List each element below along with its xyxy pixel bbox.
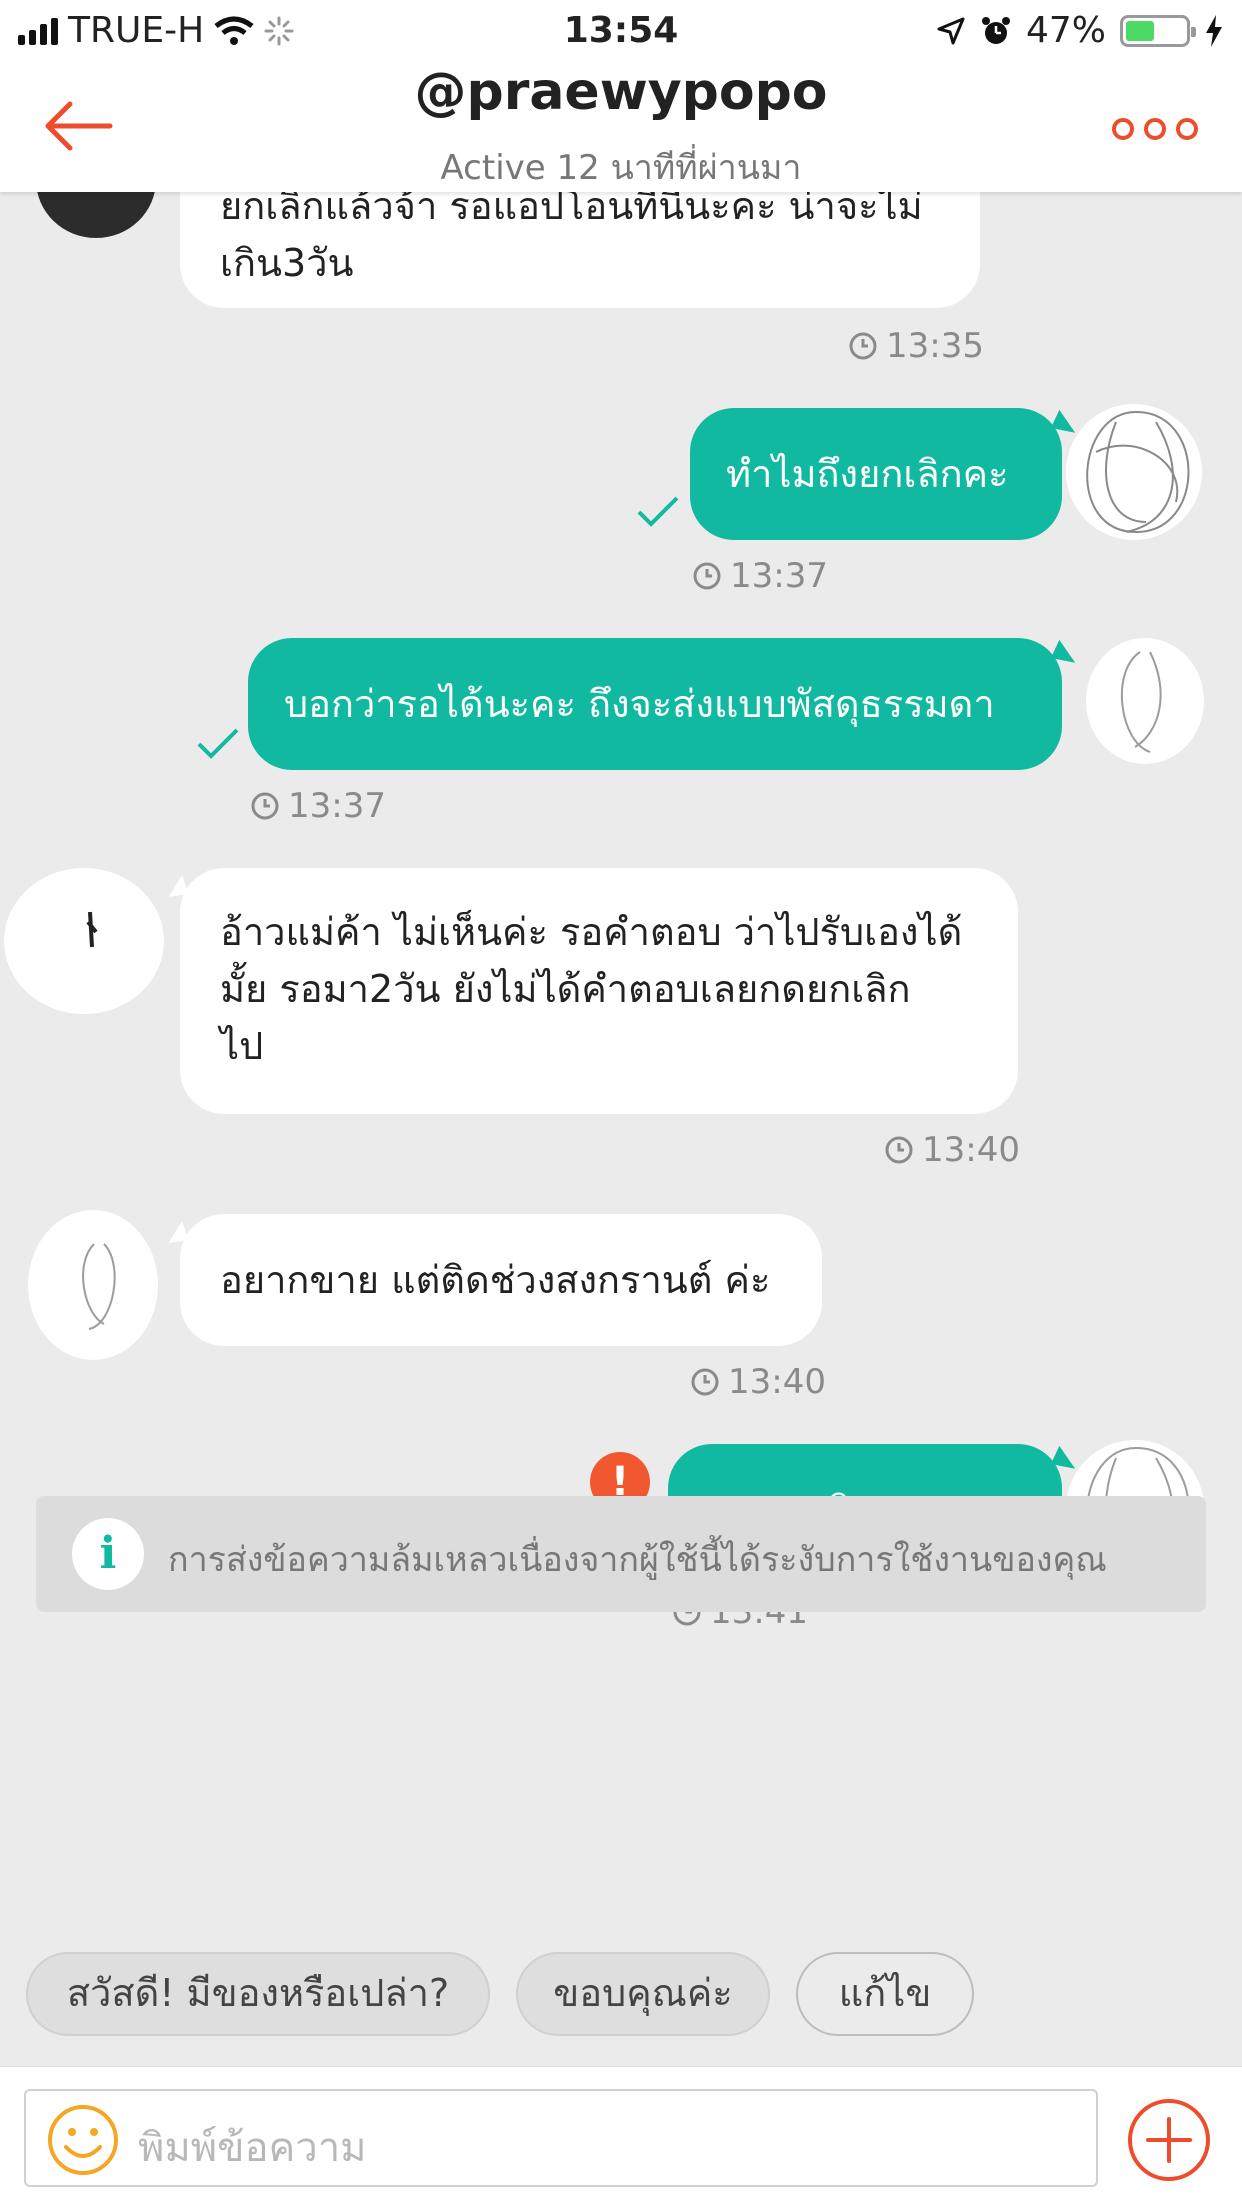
avatar[interactable] [36,192,156,238]
quick-reply-label: แก้ไข [838,1971,932,2015]
message-timestamp: 13:37 [250,786,386,826]
clock-icon [885,1136,913,1164]
message-text: บอกว่ารอได้นะคะ ถึงจะส่งแบบพัสดุธรรมดา [284,682,995,726]
clock-icon [691,1368,719,1396]
redaction-scribble [86,911,98,948]
chat-partner-username[interactable]: @praewypopo [0,62,1242,122]
active-status: Active 12 นาทีที่ผ่านมา [440,148,802,188]
message-timestamp: 13:35 [848,326,984,366]
message-bubble-outgoing[interactable]: บอกว่ารอได้นะคะ ถึงจะส่งแบบพัสดุธรรมดา [248,638,1062,770]
redaction-scribble [82,1243,116,1330]
clock-icon [693,562,721,590]
message-text-line: ไป [220,1024,264,1068]
send-failed-notice: i การส่งข้อความล้มเหลวเนื่องจากผู้ใช้นี้… [36,1496,1206,1612]
message-text: ทำไมถึงยกเลิกคะ [726,452,1009,496]
chat-header: @praewypopo Active 12 นาทีที่ผ่านมา [0,60,1242,192]
status-bar: TRUE-H 13:54 47% [0,0,1242,60]
message-timestamp: 13:40 [690,1362,826,1402]
sent-check-icon [197,728,239,759]
redaction-scribble [1086,411,1190,534]
message-bubble-incoming[interactable]: อ้าวแม่ค้า ไม่เห็นค่ะ รอคำตอบ ว่าไปรับเอ… [180,868,1018,1114]
message-composer: พิมพ์ข้อความ [0,2066,1242,2208]
message-bubble-incoming[interactable]: ยกเลิกแล้วจ้า รอแอปโอนที่นี่นะคะ น่าจะไม… [180,192,980,308]
message-text: อยากขาย แต่ติดช่วงสงกรานต์ ค่ะ [220,1258,771,1302]
message-time: 13:37 [730,556,828,596]
message-bubble-outgoing[interactable]: ทำไมถึงยกเลิกคะ [690,408,1062,540]
status-bar-right: 47% [936,10,1224,51]
location-arrow-icon [937,17,965,44]
message-text-line: อ้าวแม่ค้า ไม่เห็นค่ะ รอคำตอบ ว่าไปรับเอ… [220,910,963,954]
quick-reply-label: ขอบคุณค่ะ [553,1971,733,2015]
redaction-scribble [1120,651,1162,753]
add-attachment-icon[interactable] [1126,2097,1212,2183]
edit-quick-replies-button[interactable]: แก้ไข [796,1952,974,2036]
more-options-icon[interactable] [1112,118,1198,140]
message-time: 13:40 [922,1130,1020,1170]
message-text-line: มั้ย รอมา2วัน ยังไม่ได้คำตอบเลยกดยกเลิก [220,967,911,1011]
message-timestamp: 13:40 [884,1130,1020,1170]
message-input[interactable]: พิมพ์ข้อความ [24,2089,1098,2187]
message-time: 13:40 [728,1362,826,1402]
alarm-icon [981,16,1010,44]
message-text-line: ยกเลิกแล้วจ้า รอแอปโอนที่นี่นะคะ น่าจะไม… [220,192,923,228]
emoji-icon[interactable] [46,2103,120,2177]
message-text-line: เกิน3วัน [220,241,354,285]
message-time: 13:35 [886,326,984,366]
quick-reply-chip[interactable]: สวัสดี! มีของหรือเปล่า? [26,1952,490,2036]
message-bubble-incoming[interactable]: อยากขาย แต่ติดช่วงสงกรานต์ ค่ะ [180,1214,822,1346]
message-input-placeholder: พิมพ์ข้อความ [138,2125,367,2171]
quick-reply-label: สวัสดี! มีของหรือเปล่า? [66,1971,450,2015]
clock-icon [251,792,279,820]
sent-check-icon [637,496,679,527]
chat-messages-area[interactable]: ยกเลิกแล้วจ้า รอแอปโอนที่นี่นะคะ น่าจะไม… [0,192,1242,1952]
charging-bolt-icon [1206,14,1222,47]
battery-icon [1120,14,1196,47]
clock-icon [849,332,877,360]
battery-percent: 47% [1025,10,1106,51]
info-icon: i [72,1518,144,1590]
message-timestamp: 13:37 [692,556,828,596]
message-time: 13:37 [288,786,386,826]
notice-text: การส่งข้อความล้มเหลวเนื่องจากผู้ใช้นี้ได… [168,1540,1107,1580]
quick-reply-chip[interactable]: ขอบคุณค่ะ [516,1952,770,2036]
